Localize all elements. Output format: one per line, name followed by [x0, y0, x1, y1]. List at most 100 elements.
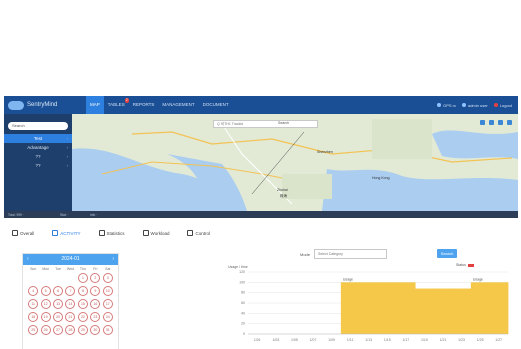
chart-bar — [433, 288, 453, 334]
calendar-blank — [41, 273, 51, 283]
calendar-day[interactable]: 2 — [90, 273, 101, 283]
user-icon — [461, 103, 466, 107]
calendar-day[interactable]: 11 — [28, 299, 39, 309]
weekday-label: Wed — [66, 267, 75, 271]
y-axis-label: Usage / time — [228, 265, 248, 269]
calendar-day[interactable]: 31 — [102, 325, 113, 335]
account-link[interactable]: GPS rc — [437, 103, 456, 108]
map-city-label: 珠海 — [280, 194, 287, 198]
sidebar-item-advantage[interactable]: Advantage › — [4, 143, 72, 152]
x-tick-label: 1/23 — [458, 338, 465, 342]
calendar-day[interactable]: 15 — [77, 299, 88, 309]
calendar-day[interactable]: 22 — [77, 312, 88, 322]
next-month-button[interactable]: › — [112, 254, 114, 265]
chevron-right-icon: › — [66, 145, 69, 150]
gps-icon — [437, 103, 442, 107]
calendar-day[interactable]: 19 — [40, 312, 51, 322]
calendar-day[interactable]: 30 — [90, 325, 101, 335]
tab-label: Overall — [20, 230, 35, 236]
x-tick-label: 1/25 — [477, 338, 484, 342]
tab-activity[interactable]: ACTIVITY — [52, 228, 81, 238]
calendar-day[interactable]: 27 — [53, 325, 64, 335]
map-view[interactable]: Q 可TH1 Trackid Search Zhuhai Shenzhen Ho… — [72, 114, 518, 211]
sidebar-search-input[interactable]: Search — [8, 122, 68, 130]
sidebar-item-label: Advantage — [27, 145, 49, 150]
y-tick-label: 100 — [239, 280, 245, 284]
map-settings-icon[interactable] — [507, 120, 512, 125]
content-tabs: Overall ACTIVITY Statistics Workload Con… — [4, 228, 518, 238]
control-icon — [187, 230, 194, 236]
calendar-day[interactable]: 8 — [77, 286, 88, 296]
weekday-label: Fri — [93, 267, 98, 271]
calendar-day[interactable]: 4 — [28, 286, 39, 296]
weekday-label: Tue — [55, 267, 62, 271]
calendar-day[interactable]: 28 — [65, 325, 76, 335]
tab-statistics[interactable]: Statistics — [98, 228, 125, 238]
map-search-input[interactable]: Q 可TH1 Trackid — [213, 120, 318, 128]
map-zoom-icon[interactable] — [489, 120, 494, 125]
chart-bar — [359, 282, 379, 334]
map-layer-icon[interactable] — [480, 120, 485, 125]
calendar-day[interactable]: 1 — [77, 273, 88, 283]
chart-bar — [470, 282, 490, 334]
map-canvas — [72, 114, 518, 211]
tab-label: ACTIVITY — [60, 230, 81, 236]
calendar-day[interactable]: 14 — [65, 299, 76, 309]
calendar-day[interactable]: 13 — [53, 299, 64, 309]
chart-bar — [415, 288, 435, 334]
calendar-day[interactable]: 17 — [102, 299, 113, 309]
nav-tab-document[interactable]: DOCUMENT — [199, 96, 233, 114]
map-city-label: Shenzhen — [317, 150, 333, 154]
user-link[interactable]: admin user — [461, 103, 488, 108]
x-tick-label: 1/03 — [272, 338, 279, 342]
calendar-day[interactable]: 6 — [53, 286, 64, 296]
chart-bar — [489, 282, 509, 334]
chevron-right-icon: › — [66, 154, 69, 159]
nav-right: GPS rc admin user Logout — [437, 103, 518, 108]
tab-workload[interactable]: Workload — [142, 228, 169, 238]
sidebar-item-test[interactable]: Test › — [4, 134, 72, 143]
prev-month-button[interactable]: ‹ — [27, 254, 29, 265]
calendar-day[interactable]: 18 — [28, 312, 39, 322]
calendar-day[interactable]: 29 — [77, 325, 88, 335]
calendar-day[interactable]: 16 — [90, 299, 101, 309]
nav-tab-label: TABLES — [107, 102, 125, 107]
calendar-day[interactable]: 20 — [53, 312, 64, 322]
calendar-day[interactable]: 21 — [65, 312, 76, 322]
status-bar: Total: 999 · Stat: · Info · — [4, 211, 518, 218]
y-tick-label: 60 — [241, 301, 245, 305]
calendar-grid: 1 2 3 4 5 6 7 8 9 10 11 12 13 14 15 16 17 18 19 20 21 22 23 24 2… — [23, 271, 118, 337]
sidebar-item-4[interactable]: ?? › — [4, 161, 72, 170]
nav-tab-reports[interactable]: REPORTS — [129, 96, 159, 114]
nav-tab-map[interactable]: MAP — [86, 96, 104, 114]
chart-search-button[interactable]: Search — [437, 249, 457, 258]
nav-tab-tables[interactable]: TABLES 2 — [104, 96, 129, 114]
calendar-day[interactable]: 12 — [40, 299, 51, 309]
calendar-day[interactable]: 25 — [28, 325, 39, 335]
calendar: ‹ 2024-01 › Sun Mon Tue Wed Thu Fri Sat 123456… — [22, 253, 119, 349]
calendar-day[interactable]: 26 — [40, 325, 51, 335]
calendar-day[interactable]: 24 — [102, 312, 113, 322]
calendar-day[interactable]: 10 — [102, 286, 113, 296]
tab-control[interactable]: Control — [187, 228, 210, 238]
bar-top-label: Usage — [473, 277, 483, 281]
calendar-day[interactable]: 23 — [90, 312, 101, 322]
sidebar-item-label: ?? — [35, 163, 41, 168]
calendar-day[interactable]: 9 — [90, 286, 101, 296]
y-tick-label: 0 — [243, 332, 245, 336]
tab-label: Control — [195, 230, 210, 236]
map-search-button[interactable]: Search — [278, 121, 289, 125]
logout-button[interactable]: Logout — [493, 103, 512, 108]
tab-overall[interactable]: Overall — [12, 228, 34, 238]
sidebar-item-3[interactable]: ?? › — [4, 152, 72, 161]
calendar-day[interactable]: 5 — [40, 286, 51, 296]
map-city-label: Zhuhai — [277, 188, 288, 192]
nav-tab-management[interactable]: MANAGEMENT — [158, 96, 198, 114]
calendar-day[interactable]: 3 — [102, 273, 113, 283]
calendar-day[interactable]: 7 — [65, 286, 76, 296]
map-fullscreen-icon[interactable] — [498, 120, 503, 125]
bar-top-label: Usage — [343, 277, 353, 281]
sidebar-item-label: Test — [33, 136, 43, 141]
x-tick-label: 1/27 — [495, 338, 502, 342]
category-select[interactable]: Select Category — [314, 249, 388, 259]
